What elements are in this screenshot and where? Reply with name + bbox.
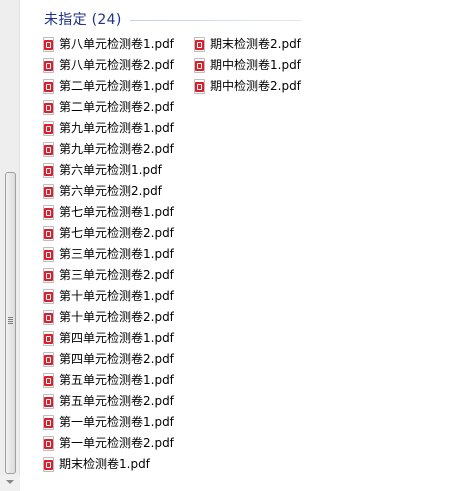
- pdf-file-icon: [42, 37, 55, 52]
- file-item[interactable]: 第一单元检测卷2.pdf: [42, 433, 174, 454]
- file-item[interactable]: 期末检测卷1.pdf: [42, 454, 174, 475]
- file-item[interactable]: 第二单元检测卷1.pdf: [42, 76, 174, 97]
- file-name: 第五单元检测卷2.pdf: [59, 394, 174, 408]
- file-name: 第六单元检测2.pdf: [59, 184, 162, 198]
- pdf-file-icon: [42, 310, 55, 325]
- pdf-file-icon: [42, 79, 55, 94]
- pdf-file-icon: [193, 37, 206, 52]
- file-name: 第十单元检测卷1.pdf: [59, 289, 174, 303]
- group-divider: [129, 19, 302, 21]
- file-name: 第二单元检测卷1.pdf: [59, 79, 174, 93]
- file-item[interactable]: 第七单元检测卷1.pdf: [42, 202, 174, 223]
- file-name: 第四单元检测卷2.pdf: [59, 352, 174, 366]
- file-name: 第九单元检测卷1.pdf: [59, 121, 174, 135]
- pdf-file-icon: [193, 58, 206, 73]
- file-item[interactable]: 第六单元检测2.pdf: [42, 181, 174, 202]
- file-name: 第三单元检测卷1.pdf: [59, 247, 174, 261]
- scrollbar-thumb[interactable]: [5, 172, 16, 474]
- file-item[interactable]: 第二单元检测卷2.pdf: [42, 97, 174, 118]
- file-item[interactable]: 第五单元检测卷2.pdf: [42, 391, 174, 412]
- file-item[interactable]: 第一单元检测卷1.pdf: [42, 412, 174, 433]
- file-item[interactable]: 第七单元检测卷2.pdf: [42, 223, 174, 244]
- pdf-file-icon: [42, 268, 55, 283]
- pdf-file-icon: [42, 226, 55, 241]
- scroll-down-button[interactable]: [0, 476, 20, 491]
- pdf-file-icon: [42, 289, 55, 304]
- pdf-file-icon: [42, 457, 55, 472]
- file-name: 第十单元检测卷2.pdf: [59, 310, 174, 324]
- file-name: 第八单元检测卷1.pdf: [59, 37, 174, 51]
- file-name: 第九单元检测卷2.pdf: [59, 142, 174, 156]
- pdf-file-icon: [42, 163, 55, 178]
- explorer-window: 未指定 (24) 第八单元检测卷1.pdf 第八单元检测卷2.pdf 第二单元检…: [0, 0, 463, 491]
- pdf-file-icon: [42, 205, 55, 220]
- file-name: 期中检测卷2.pdf: [210, 79, 301, 93]
- file-item[interactable]: 期末检测卷2.pdf: [193, 34, 301, 55]
- file-item[interactable]: 第四单元检测卷1.pdf: [42, 328, 174, 349]
- file-item[interactable]: 第八单元检测卷2.pdf: [42, 55, 174, 76]
- file-item[interactable]: 第三单元检测卷2.pdf: [42, 265, 174, 286]
- pdf-file-icon: [42, 184, 55, 199]
- scrollbar-grip-icon: [8, 317, 13, 324]
- pdf-file-icon: [42, 58, 55, 73]
- pdf-file-icon: [42, 415, 55, 430]
- file-item[interactable]: 第四单元检测卷2.pdf: [42, 349, 174, 370]
- file-name: 第一单元检测卷1.pdf: [59, 415, 174, 429]
- file-item[interactable]: 第九单元检测卷2.pdf: [42, 139, 174, 160]
- group-title: 未指定 (24): [44, 12, 122, 28]
- file-item[interactable]: 第十单元检测卷1.pdf: [42, 286, 174, 307]
- file-item[interactable]: 第五单元检测卷1.pdf: [42, 370, 174, 391]
- file-column-1: 第八单元检测卷1.pdf 第八单元检测卷2.pdf 第二单元检测卷1.pdf 第…: [42, 34, 174, 475]
- file-item[interactable]: 第六单元检测1.pdf: [42, 160, 174, 181]
- file-item[interactable]: 第九单元检测卷1.pdf: [42, 118, 174, 139]
- file-name: 第七单元检测卷2.pdf: [59, 226, 174, 240]
- file-column-2: 期末检测卷2.pdf 期中检测卷1.pdf 期中检测卷2.pdf: [193, 34, 301, 97]
- file-name: 第二单元检测卷2.pdf: [59, 100, 174, 114]
- pdf-file-icon: [42, 436, 55, 451]
- file-item[interactable]: 期中检测卷2.pdf: [193, 76, 301, 97]
- pdf-file-icon: [42, 352, 55, 367]
- group-header[interactable]: 未指定 (24): [44, 8, 302, 30]
- file-name: 第五单元检测卷1.pdf: [59, 373, 174, 387]
- file-name: 期末检测卷2.pdf: [210, 37, 301, 51]
- file-item[interactable]: 第十单元检测卷2.pdf: [42, 307, 174, 328]
- pdf-file-icon: [42, 331, 55, 346]
- file-item[interactable]: 第八单元检测卷1.pdf: [42, 34, 174, 55]
- pdf-file-icon: [42, 247, 55, 262]
- pdf-file-icon: [193, 79, 206, 94]
- file-name: 第六单元检测1.pdf: [59, 163, 162, 177]
- vertical-scrollbar[interactable]: [0, 0, 20, 491]
- file-name: 第四单元检测卷1.pdf: [59, 331, 174, 345]
- file-name: 期末检测卷1.pdf: [59, 457, 150, 471]
- file-name: 第三单元检测卷2.pdf: [59, 268, 174, 282]
- pdf-file-icon: [42, 394, 55, 409]
- file-name: 期中检测卷1.pdf: [210, 58, 301, 72]
- file-name: 第七单元检测卷1.pdf: [59, 205, 174, 219]
- file-name: 第八单元检测卷2.pdf: [59, 58, 174, 72]
- file-name: 第一单元检测卷2.pdf: [59, 436, 174, 450]
- pdf-file-icon: [42, 100, 55, 115]
- pdf-file-icon: [42, 142, 55, 157]
- pdf-file-icon: [42, 121, 55, 136]
- file-item[interactable]: 期中检测卷1.pdf: [193, 55, 301, 76]
- file-item[interactable]: 第三单元检测卷1.pdf: [42, 244, 174, 265]
- pdf-file-icon: [42, 373, 55, 388]
